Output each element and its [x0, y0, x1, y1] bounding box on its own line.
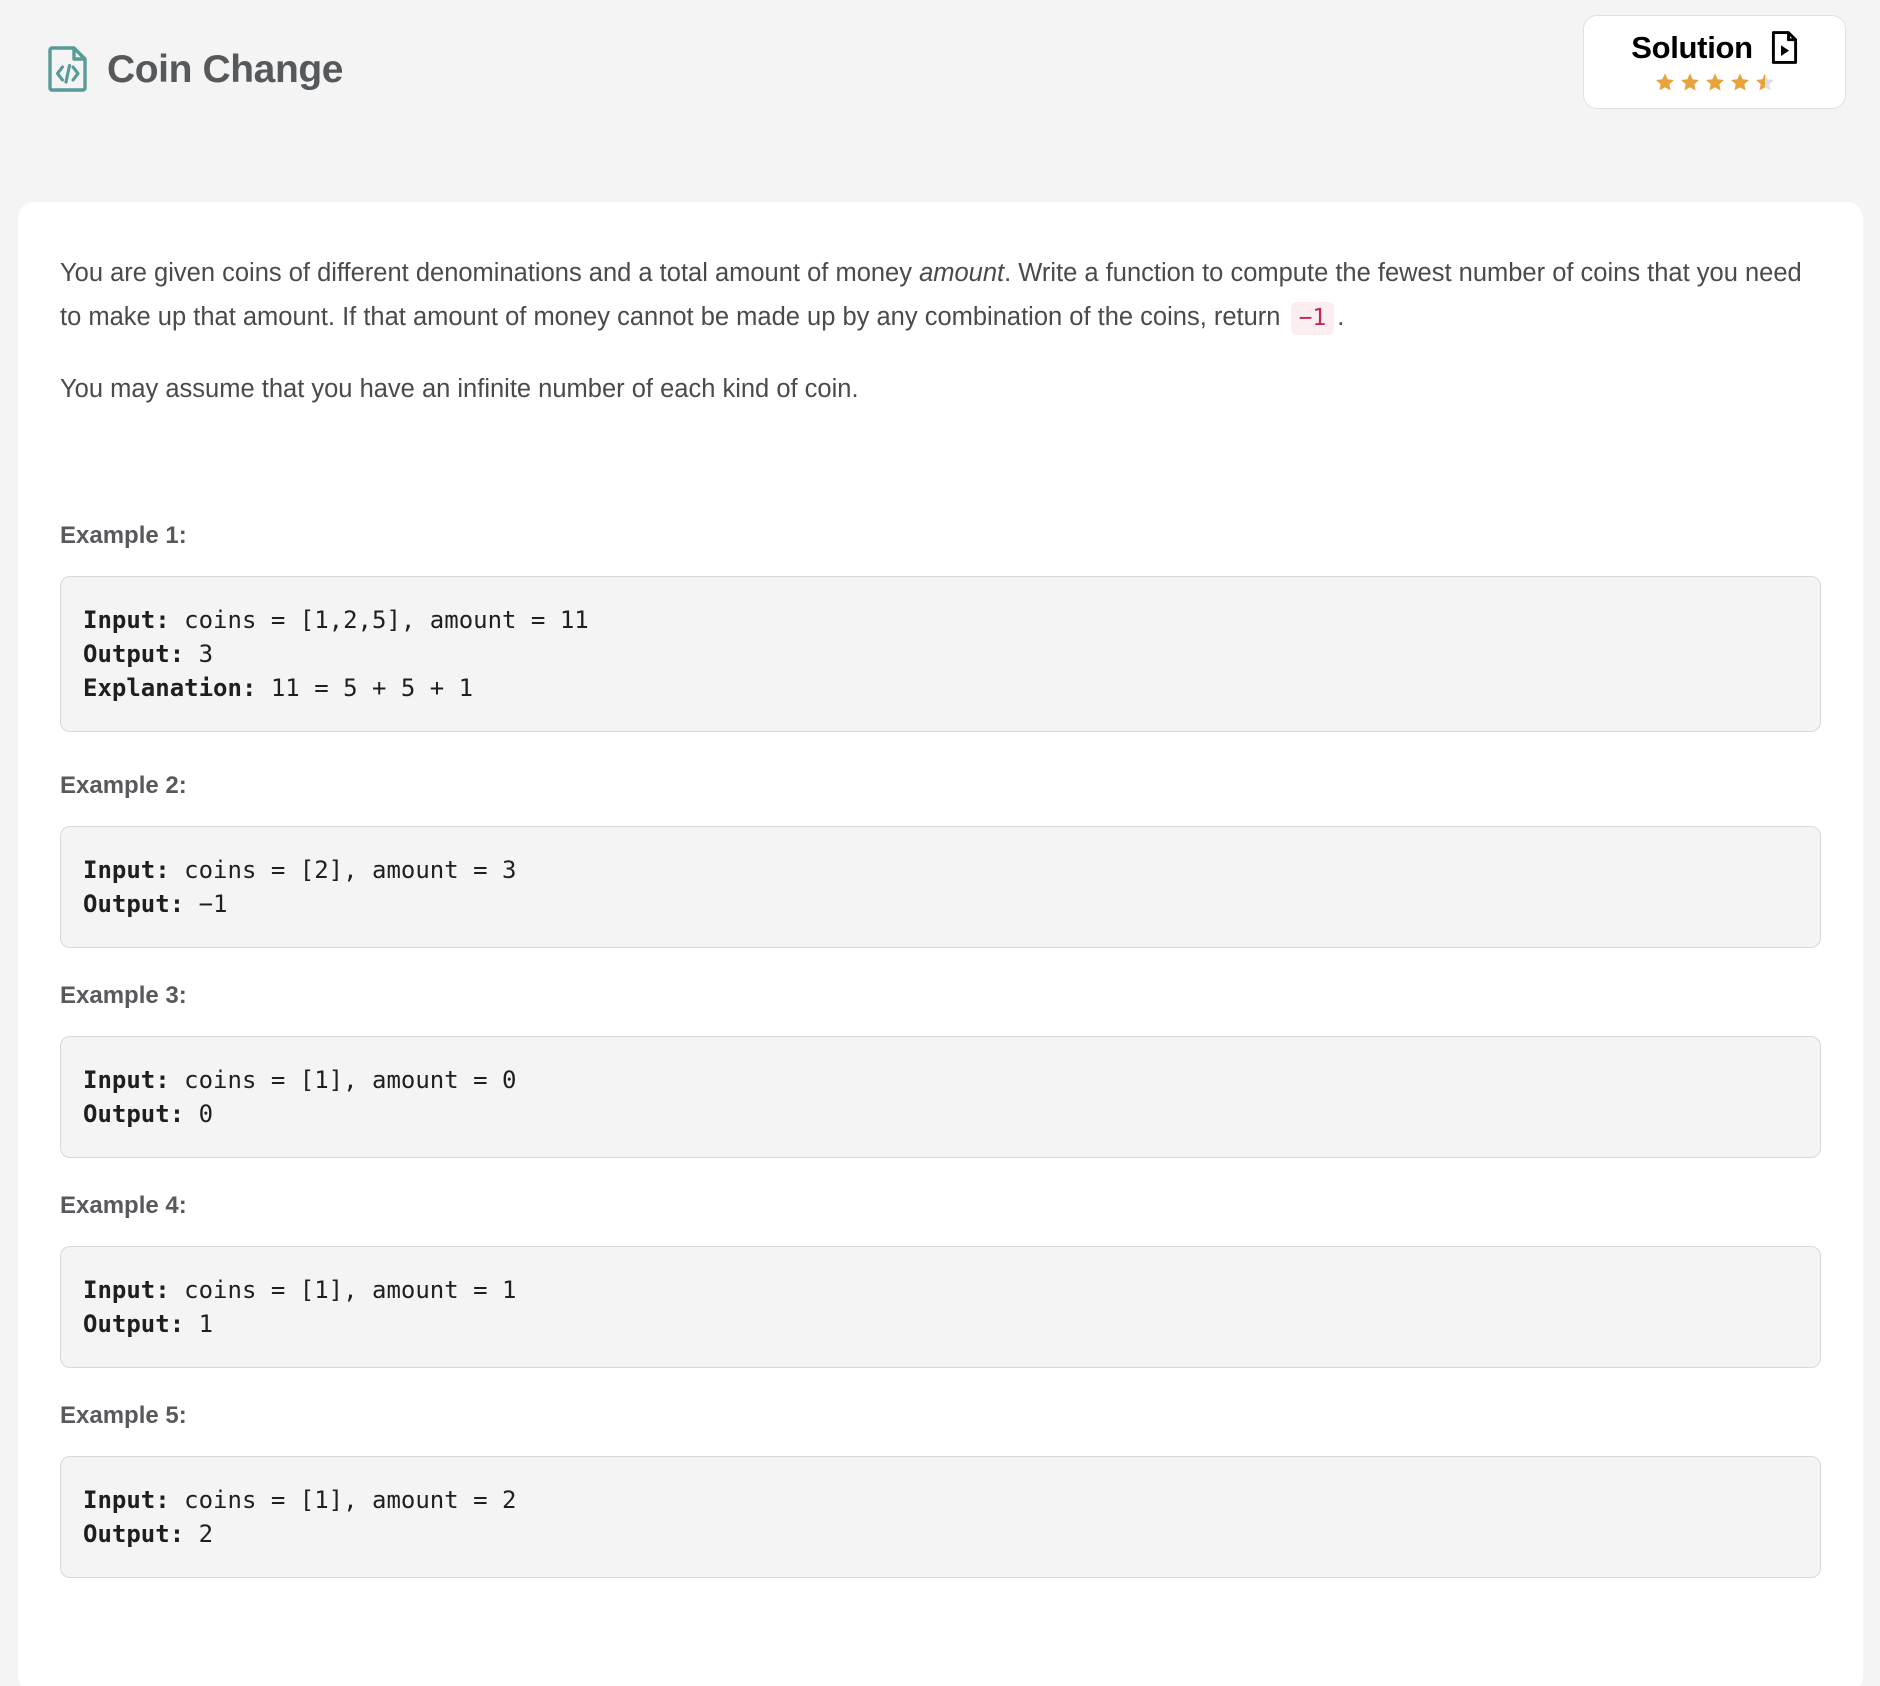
document-play-icon: [1771, 31, 1798, 64]
code-file-icon: [48, 46, 88, 92]
problem-content-card: You are given coins of different denomin…: [18, 202, 1863, 1686]
card-inner: You are given coins of different denomin…: [18, 202, 1863, 1579]
description-p1-part1: You are given coins of different denomin…: [60, 259, 920, 287]
code-line-label: Output:: [83, 1100, 185, 1129]
example-heading-1: Example 1:: [60, 521, 187, 549]
code-line-value: −1: [184, 889, 228, 918]
code-line-value: coins = [1], amount = 1: [169, 1276, 517, 1305]
page-title: Coin Change: [107, 47, 344, 91]
star-icon-2: [1679, 71, 1701, 93]
example-block-2: Example 2: Input: coins = [2], amount = …: [60, 772, 1821, 948]
code-line-label: Output:: [83, 639, 185, 668]
example-spacer: [60, 1368, 1821, 1402]
code-line-value: coins = [1], amount = 0: [169, 1065, 517, 1094]
description-paragraph-1: You are given coins of different denomin…: [60, 252, 1820, 340]
description-p1-emphasis: amount: [919, 259, 1005, 287]
code-line: Explanation: 11 = 5 + 5 + 1: [83, 671, 1798, 705]
code-line: Input: coins = [1], amount = 0: [83, 1063, 1798, 1097]
code-line: Input: coins = [2], amount = 3: [83, 853, 1798, 887]
examples-list: Example 1: Input: coins = [1,2,5], amoun…: [60, 522, 1821, 1579]
code-line-value: 0: [184, 1100, 214, 1129]
description-paragraph-2: You may assume that you have an infinite…: [60, 374, 859, 403]
star-icon-5-half: [1754, 71, 1776, 93]
solution-rating-stars: [1654, 71, 1776, 93]
code-line-label: Input:: [83, 605, 170, 634]
example-block-1: Example 1: Input: coins = [1,2,5], amoun…: [60, 522, 1821, 732]
example-code-box-3: Input: coins = [1], amount = 0 Output: 0: [60, 1035, 1821, 1159]
example-heading-4: Example 4:: [60, 1192, 187, 1220]
example-code-box-2: Input: coins = [2], amount = 3 Output: −…: [60, 825, 1821, 948]
code-line-label: Input:: [83, 855, 170, 884]
code-line: Output: 0: [83, 1097, 1798, 1131]
example-heading-5: Example 5:: [60, 1402, 187, 1430]
solution-label: Solution: [1631, 30, 1753, 65]
code-line-label: Input:: [83, 1486, 170, 1515]
code-line-value: 11 = 5 + 5 + 1: [256, 673, 474, 702]
code-line-value: 3: [184, 639, 214, 668]
example-spacer: [60, 732, 1821, 772]
star-icon-4: [1729, 71, 1751, 93]
example-heading-3: Example 3:: [60, 981, 187, 1009]
example-heading-2: Example 2:: [60, 771, 187, 799]
example-spacer: [60, 1158, 1821, 1192]
example-block-5: Example 5: Input: coins = [1], amount = …: [60, 1402, 1821, 1579]
code-line-label: Input:: [83, 1065, 170, 1094]
code-line-value: coins = [1], amount = 2: [169, 1486, 517, 1515]
code-line: Output: 2: [83, 1517, 1798, 1551]
example-spacer: [60, 948, 1821, 982]
example-code-box-5: Input: coins = [1], amount = 2 Output: 2: [60, 1456, 1821, 1579]
code-line-label: Output:: [83, 889, 185, 918]
code-line: Input: coins = [1,2,5], amount = 11: [83, 603, 1798, 637]
code-line-label: Output:: [83, 1310, 185, 1339]
page-header: Coin Change Solution: [0, 0, 1880, 152]
example-code-box-4: Input: coins = [1], amount = 1 Output: 1: [60, 1246, 1821, 1369]
code-line-value: 1: [184, 1310, 214, 1339]
code-line: Output: 1: [83, 1307, 1798, 1341]
code-line: Input: coins = [1], amount = 2: [83, 1483, 1798, 1517]
code-line-label: Output:: [83, 1520, 185, 1549]
code-line: Input: coins = [1], amount = 1: [83, 1273, 1798, 1307]
example-code-box-1: Input: coins = [1,2,5], amount = 11 Outp…: [60, 575, 1821, 732]
inline-code-return-value: −1: [1290, 301, 1335, 335]
code-line: Output: 3: [83, 637, 1798, 671]
solution-button[interactable]: Solution: [1583, 15, 1846, 109]
code-line-label: Explanation:: [83, 673, 257, 702]
code-line-label: Input:: [83, 1276, 170, 1305]
code-line-value: coins = [2], amount = 3: [169, 855, 517, 884]
example-block-4: Example 4: Input: coins = [1], amount = …: [60, 1192, 1821, 1369]
example-block-3: Example 3: Input: coins = [1], amount = …: [60, 981, 1821, 1159]
code-line-value: coins = [1,2,5], amount = 11: [169, 605, 589, 634]
solution-button-row: Solution: [1631, 31, 1798, 64]
star-icon-3: [1704, 71, 1726, 93]
code-line-value: 2: [184, 1520, 214, 1549]
title-group: Coin Change: [48, 46, 343, 92]
page-root: Coin Change Solution You are given coins…: [0, 0, 1880, 1686]
code-line: Output: −1: [83, 887, 1798, 921]
star-icon-1: [1654, 71, 1676, 93]
description-p1-part3: .: [1337, 302, 1345, 331]
